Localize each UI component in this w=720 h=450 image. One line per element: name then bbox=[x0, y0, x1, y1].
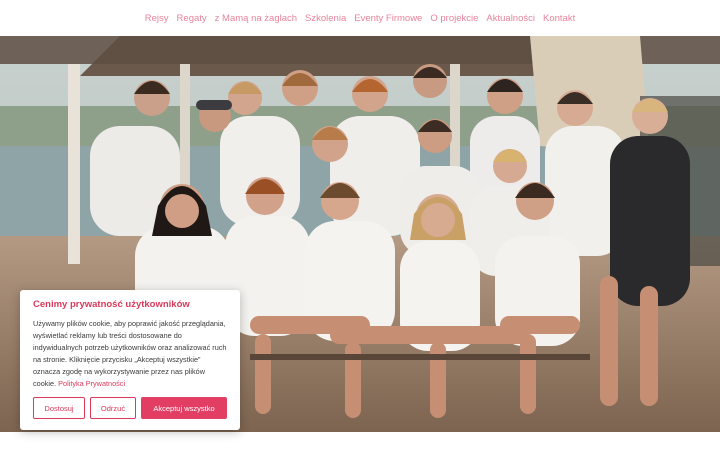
cookie-buttons: Dostosuj Odrzuć Akceptuj wszystko bbox=[33, 397, 227, 419]
page-bottom-strip bbox=[0, 432, 720, 450]
cookie-body: Używamy plików cookie, aby poprawić jako… bbox=[33, 319, 227, 388]
nav-item-z-mama-na-zaglach[interactable]: z Mamą na żaglach bbox=[215, 13, 297, 24]
privacy-policy-link[interactable]: Polityka Prywatności bbox=[58, 379, 125, 388]
customize-button[interactable]: Dostosuj bbox=[33, 397, 85, 419]
nav-item-eventy-firmowe[interactable]: Eventy Firmowe bbox=[354, 13, 422, 24]
nav-item-o-projekcie[interactable]: O projekcie bbox=[430, 13, 478, 24]
nav-item-aktualnosci[interactable]: Aktualności bbox=[486, 13, 535, 24]
cookie-text: Używamy plików cookie, aby poprawić jako… bbox=[33, 318, 228, 390]
cookie-consent-dialog: Cenimy prywatność użytkowników Używamy p… bbox=[20, 290, 240, 430]
nav-item-regaty[interactable]: Regaty bbox=[177, 13, 207, 24]
top-navigation: Rejsy Regaty z Mamą na żaglach Szkolenia… bbox=[0, 0, 720, 36]
nav-item-rejsy[interactable]: Rejsy bbox=[145, 13, 169, 24]
accept-all-button[interactable]: Akceptuj wszystko bbox=[141, 397, 227, 419]
nav-item-kontakt[interactable]: Kontakt bbox=[543, 13, 575, 24]
cookie-title: Cenimy prywatność użytkowników bbox=[33, 299, 190, 310]
reject-button[interactable]: Odrzuć bbox=[90, 397, 136, 419]
nav-item-szkolenia[interactable]: Szkolenia bbox=[305, 13, 346, 24]
